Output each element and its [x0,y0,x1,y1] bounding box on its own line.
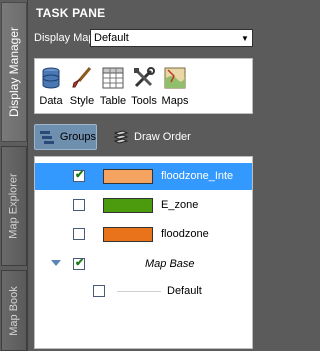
display-map-row: Display Map: Default ▼ [34,28,253,48]
task-pane: TASK PANE Display Map: Default ▼ Data St… [28,0,259,351]
tab-map-explorer-label: Map Explorer [8,173,21,239]
tab-display-manager-label: Display Manager [7,26,22,118]
layer-swatch [103,198,153,213]
layer-checkbox[interactable] [73,228,85,240]
layer-row[interactable]: ✔ floodzone_Inte [35,163,252,190]
style-button-label: Style [69,95,95,107]
draw-order-button[interactable]: Draw Order [110,124,220,150]
style-button[interactable]: Style [68,64,96,113]
side-tab-strip: Display Manager Map Explorer Map Book [0,0,28,351]
tools-button-label: Tools [131,95,157,107]
layer-tree: ✔ floodzone_Inte E_zone floodzone ✔ Map … [34,156,253,349]
groups-icon [39,128,56,146]
layer-name: floodzone [161,228,209,240]
tab-map-explorer[interactable]: Map Explorer [1,146,27,266]
pane-title: TASK PANE [36,6,106,20]
layer-checkbox[interactable] [93,285,105,297]
groups-button[interactable]: Groups [34,124,97,150]
layer-name: E_zone [161,199,199,211]
table-button-label: Table [99,95,127,107]
maps-button-label: Maps [161,95,189,107]
tab-map-book-label: Map Book [8,285,20,336]
database-icon [37,64,65,92]
data-button-label: Data [39,95,63,107]
display-map-value: Default [94,32,129,44]
layer-checkbox[interactable]: ✔ [73,169,85,182]
toolbar: Data Style Table Tools Maps [34,58,253,114]
group-name: Map Base [145,258,195,270]
group-row[interactable]: ✔ Map Base [35,251,252,278]
tools-button[interactable]: Tools [130,64,158,113]
draw-order-icon [112,128,130,146]
draw-order-button-label: Draw Order [134,131,191,143]
display-map-select[interactable]: Default ▼ [90,29,253,47]
layer-swatch [103,227,153,242]
view-mode-buttons: Groups Draw Order [34,124,253,150]
checkmark-icon: ✔ [75,257,85,269]
chevron-down-icon[interactable]: ▼ [238,30,252,46]
layer-name: floodzone_Inte [161,170,234,182]
table-button[interactable]: Table [99,64,127,113]
group-child-row[interactable]: Default [35,278,252,305]
groups-button-label: Groups [59,131,96,143]
tab-display-manager[interactable]: Display Manager [1,2,27,142]
layer-swatch [103,169,153,184]
layer-row[interactable]: floodzone [35,221,252,248]
display-map-label: Display Map: [34,32,98,44]
tools-icon [130,64,158,92]
paintbrush-icon [68,64,96,92]
maps-button[interactable]: Maps [161,64,189,113]
maps-icon [161,64,189,92]
layer-name: Default [167,285,202,297]
group-checkbox[interactable]: ✔ [73,257,85,270]
checkmark-icon: ✔ [75,169,85,181]
layer-line-swatch [117,291,161,292]
data-button[interactable]: Data [37,64,65,113]
table-icon [99,64,127,92]
layer-row[interactable]: E_zone [35,192,252,219]
expand-triangle-icon[interactable] [51,260,61,266]
layer-checkbox[interactable] [73,199,85,211]
tab-map-book[interactable]: Map Book [1,270,27,351]
